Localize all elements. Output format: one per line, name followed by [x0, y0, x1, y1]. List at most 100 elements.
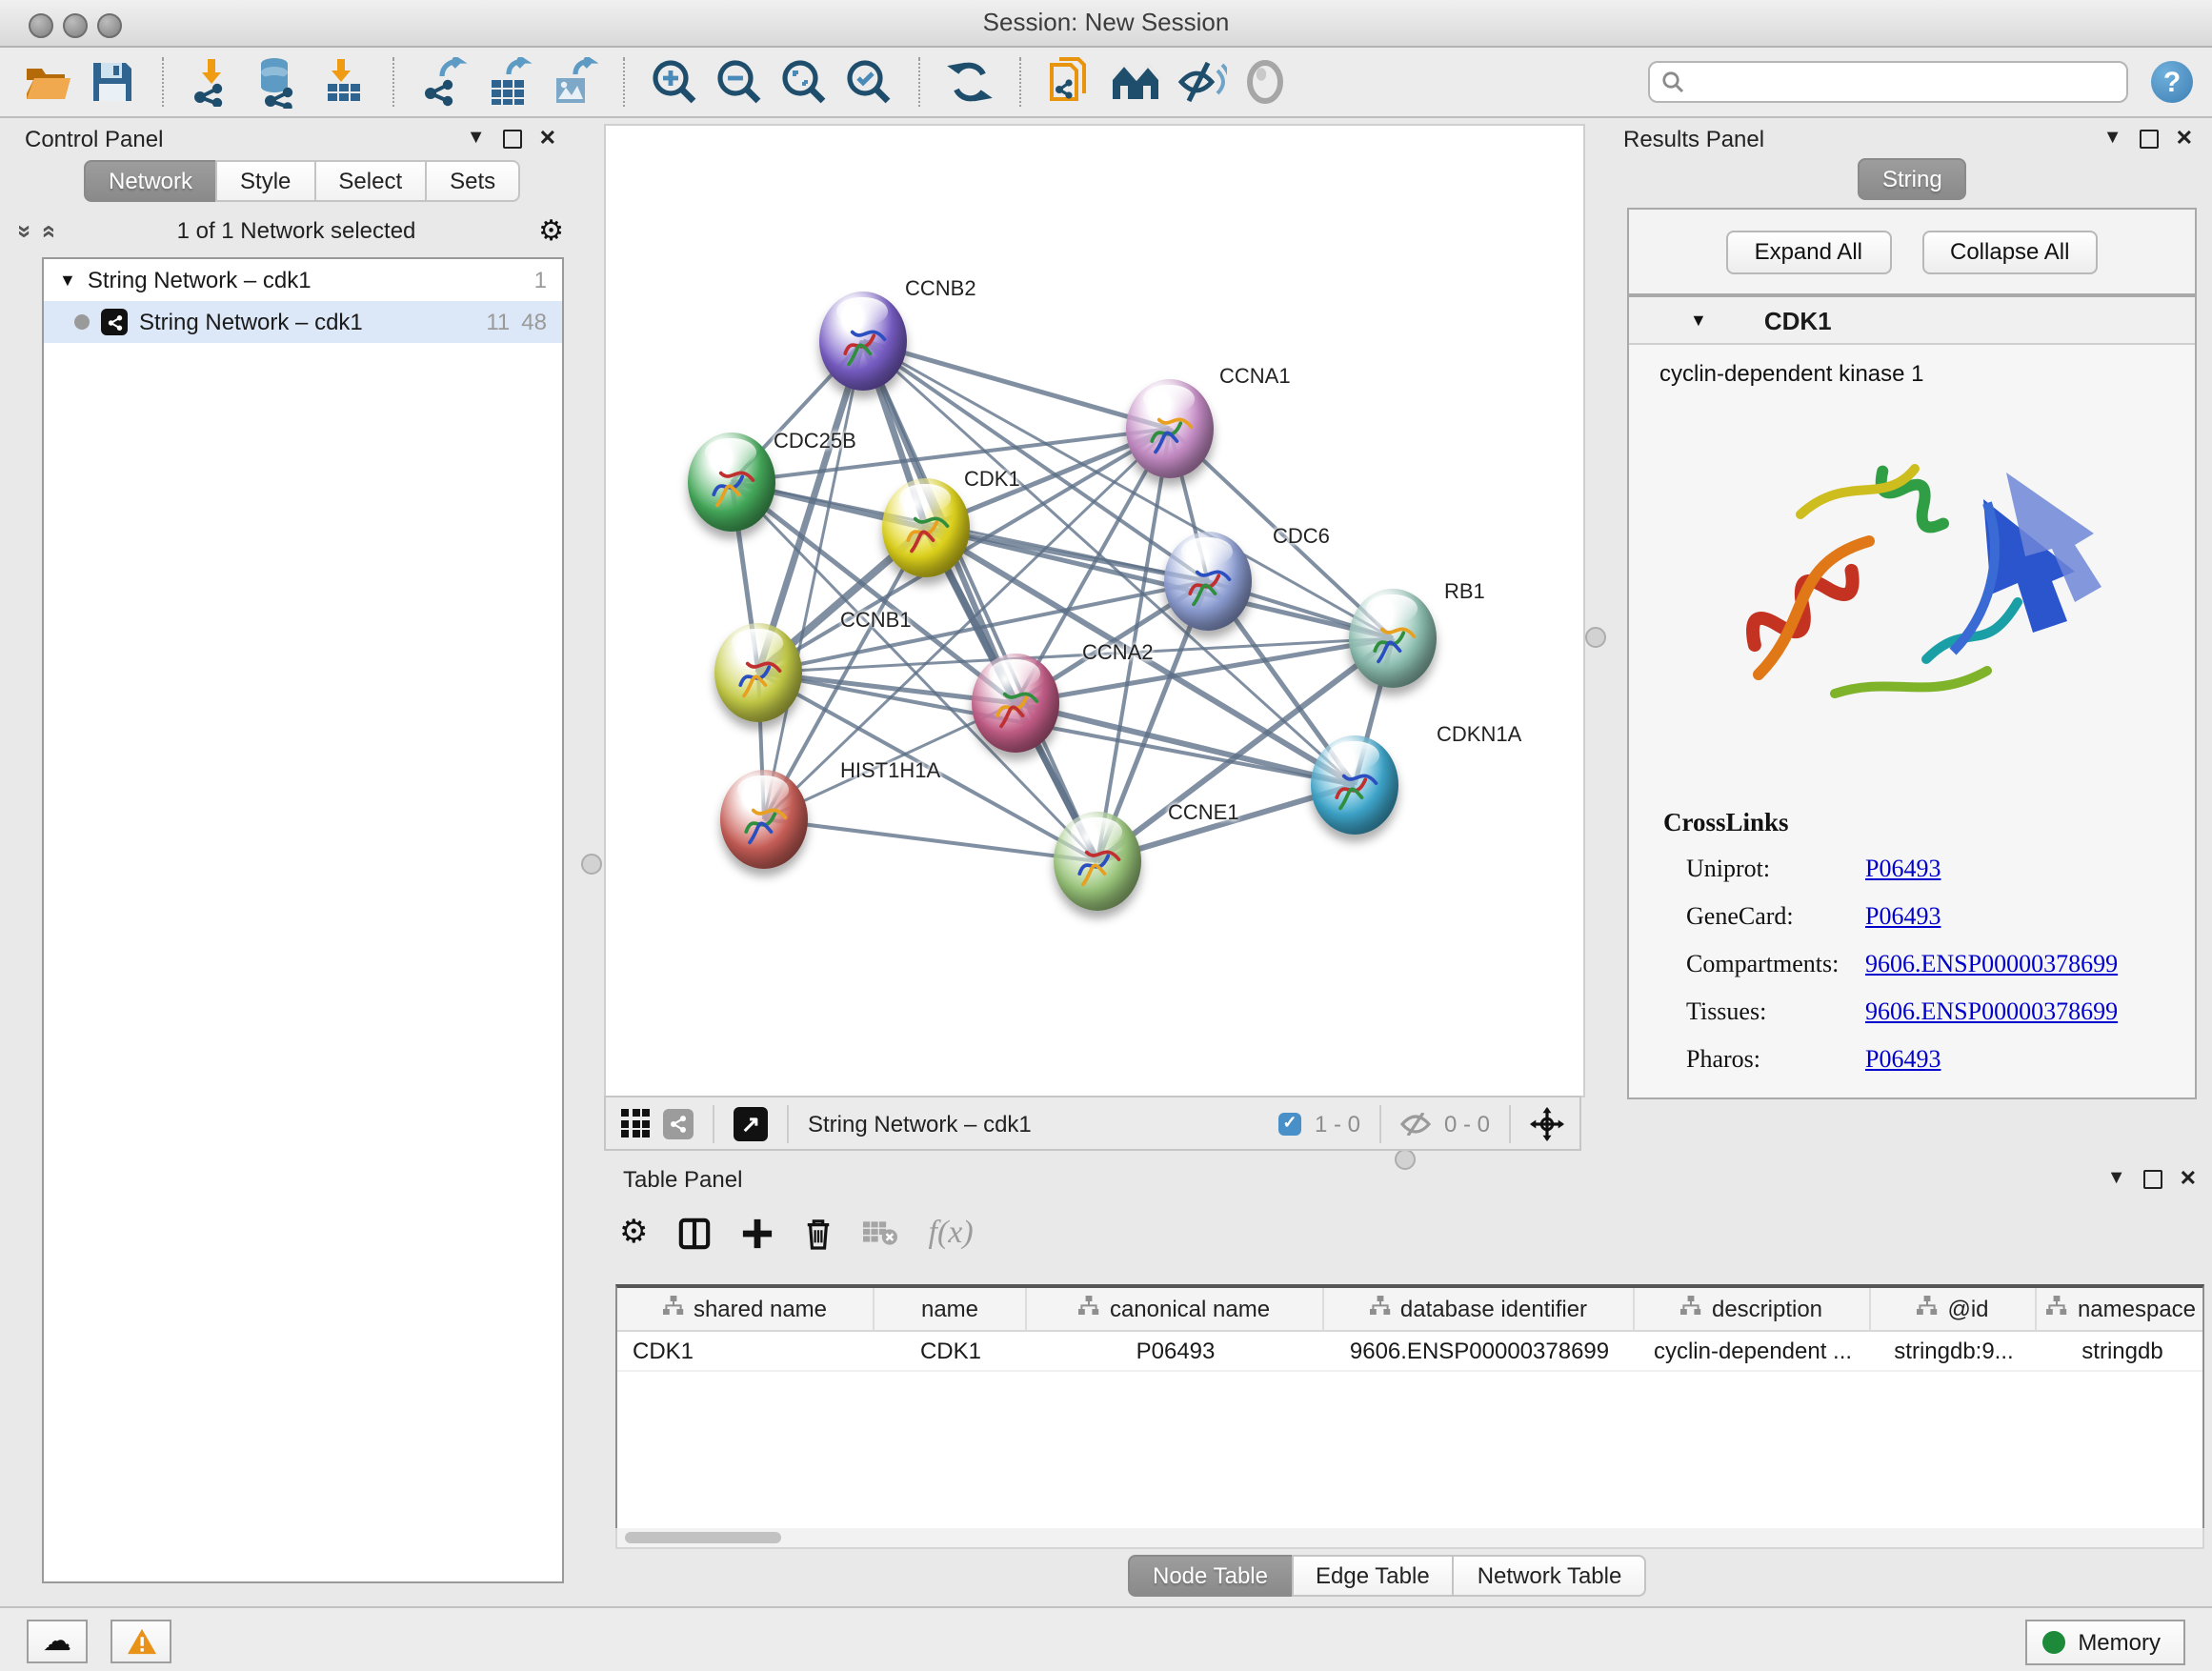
table-cell[interactable]: cyclin-dependent ...: [1635, 1332, 1871, 1370]
share-view-icon[interactable]: [663, 1108, 694, 1138]
save-session-icon[interactable]: [84, 53, 141, 111]
tree-expander-icon[interactable]: ▼: [59, 271, 76, 290]
column-header-name[interactable]: name: [875, 1288, 1027, 1330]
network-node-cdc25b[interactable]: [688, 433, 775, 532]
crosslink-link[interactable]: 9606.ENSP00000378699: [1865, 949, 2118, 979]
scrollbar-thumb[interactable]: [625, 1531, 781, 1542]
refresh-icon[interactable]: [941, 53, 998, 111]
panel-close-icon[interactable]: ✕: [2176, 130, 2193, 149]
table-cell[interactable]: 9606.ENSP00000378699: [1324, 1332, 1635, 1370]
column-header-database-identifier[interactable]: database identifier: [1324, 1288, 1635, 1330]
notifications-button[interactable]: [111, 1620, 171, 1663]
table-settings-icon[interactable]: ⚙: [619, 1214, 649, 1252]
crosslink-link[interactable]: 9606.ENSP00000378699: [1865, 997, 2118, 1027]
network-edge[interactable]: [764, 819, 1097, 861]
open-session-icon[interactable]: [19, 53, 76, 111]
table-cell[interactable]: stringdb:9...: [1871, 1332, 2037, 1370]
panel-float-icon[interactable]: [2140, 130, 2159, 149]
network-node-ccna2[interactable]: [972, 654, 1059, 753]
automation-button[interactable]: ☁: [27, 1620, 88, 1663]
gear-icon[interactable]: ⚙: [538, 213, 564, 248]
node-table[interactable]: shared namenamecanonical namedatabase id…: [615, 1284, 2204, 1530]
panel-close-icon[interactable]: ✕: [539, 130, 556, 149]
birdseye-icon[interactable]: [1107, 53, 1164, 111]
collapse-all-button[interactable]: Collapse All: [1921, 230, 2098, 273]
tab-select[interactable]: Select: [313, 160, 427, 202]
column-header-namespace[interactable]: namespace: [2037, 1288, 2204, 1330]
export-network-icon[interactable]: [415, 53, 473, 111]
network-canvas[interactable]: CCNB2 CCNA1 CDC25B CDK1 CDC6: [604, 124, 1585, 1097]
panel-minimize-icon[interactable]: ▼: [467, 130, 486, 149]
panel-minimize-icon[interactable]: ▼: [2103, 130, 2122, 149]
tab-network[interactable]: Network: [84, 160, 217, 202]
network-edge[interactable]: [1016, 703, 1355, 785]
network-edge[interactable]: [863, 341, 1170, 429]
network-node-ccne1[interactable]: [1054, 812, 1141, 911]
table-horizontal-scrollbar[interactable]: [615, 1528, 2204, 1549]
network-node-ccna1[interactable]: [1126, 379, 1214, 478]
column-header-shared-name[interactable]: shared name: [617, 1288, 875, 1330]
network-edge[interactable]: [732, 482, 1208, 581]
import-table-icon[interactable]: [314, 53, 372, 111]
memory-button[interactable]: Memory: [2024, 1620, 2185, 1665]
network-node-ccnb1[interactable]: [714, 623, 802, 722]
network-edge[interactable]: [1016, 638, 1393, 703]
network-row[interactable]: String Network – cdk1 11 48: [44, 301, 562, 343]
network-edge[interactable]: [758, 638, 1393, 673]
left-splitter-handle[interactable]: [581, 854, 602, 875]
search-field[interactable]: [1648, 61, 2128, 103]
tab-node-table[interactable]: Node Table: [1128, 1555, 1293, 1597]
network-node-rb1[interactable]: [1349, 589, 1437, 688]
table-row[interactable]: CDK1CDK1P064939606.ENSP00000378699cyclin…: [617, 1332, 2202, 1372]
tab-style[interactable]: Style: [215, 160, 315, 202]
tab-edge-table[interactable]: Edge Table: [1291, 1555, 1455, 1597]
birdseye-nav-icon[interactable]: [1530, 1106, 1564, 1140]
clone-network-icon[interactable]: [1042, 53, 1099, 111]
network-edge[interactable]: [863, 341, 1097, 861]
zoom-out-icon[interactable]: [711, 53, 768, 111]
delete-column-icon[interactable]: [805, 1217, 834, 1249]
fit-content-icon[interactable]: [775, 53, 833, 111]
tab-string[interactable]: String: [1858, 158, 1967, 200]
export-table-icon[interactable]: [480, 53, 537, 111]
network-node-hist1h1a[interactable]: [720, 770, 808, 869]
panel-float-icon[interactable]: [503, 130, 522, 149]
panel-minimize-icon[interactable]: ▼: [2107, 1170, 2126, 1189]
expand-all-button[interactable]: Expand All: [1726, 230, 1891, 273]
crosslink-link[interactable]: P06493: [1865, 854, 1941, 884]
network-collection-row[interactable]: ▼ String Network – cdk1 1: [44, 259, 562, 301]
import-database-icon[interactable]: [250, 53, 307, 111]
show-columns-icon[interactable]: [679, 1217, 712, 1249]
table-cell[interactable]: CDK1: [875, 1332, 1027, 1370]
network-node-cdkn1a[interactable]: [1311, 735, 1398, 835]
add-column-icon[interactable]: [742, 1217, 774, 1249]
tab-sets[interactable]: Sets: [425, 160, 520, 202]
zoom-in-icon[interactable]: [646, 53, 703, 111]
section-expander-icon[interactable]: ▼: [1690, 311, 1707, 330]
search-input[interactable]: [1694, 69, 2115, 95]
export-image-icon[interactable]: [545, 53, 602, 111]
grid-view-icon[interactable]: [621, 1109, 650, 1137]
help-icon[interactable]: ?: [2151, 61, 2193, 103]
gene-section-header[interactable]: ▼ CDK1: [1629, 297, 2195, 345]
network-node-ccnb2[interactable]: [819, 292, 907, 391]
table-cell[interactable]: P06493: [1027, 1332, 1324, 1370]
column-header-description[interactable]: description: [1635, 1288, 1871, 1330]
expand-all-icon[interactable]: »: [33, 224, 62, 237]
detach-view-icon[interactable]: ↗: [734, 1106, 768, 1140]
network-node-cdk1[interactable]: [882, 478, 970, 577]
panel-close-icon[interactable]: ✕: [2180, 1170, 2197, 1189]
table-cell[interactable]: stringdb: [2037, 1332, 2204, 1370]
zoom-selected-icon[interactable]: [840, 53, 897, 111]
panel-float-icon[interactable]: [2143, 1170, 2162, 1189]
column-header-canonical-name[interactable]: canonical name: [1027, 1288, 1324, 1330]
tab-network-table[interactable]: Network Table: [1453, 1555, 1647, 1597]
hide-panels-icon[interactable]: [1172, 53, 1229, 111]
network-node-cdc6[interactable]: [1164, 532, 1252, 631]
crosslink-link[interactable]: P06493: [1865, 1044, 1941, 1075]
crosslink-link[interactable]: P06493: [1865, 901, 1941, 932]
import-network-icon[interactable]: [185, 53, 242, 111]
selected-checkbox-icon[interactable]: ✓: [1278, 1112, 1301, 1135]
network-edge[interactable]: [764, 341, 863, 819]
column-header-@id[interactable]: @id: [1871, 1288, 2037, 1330]
